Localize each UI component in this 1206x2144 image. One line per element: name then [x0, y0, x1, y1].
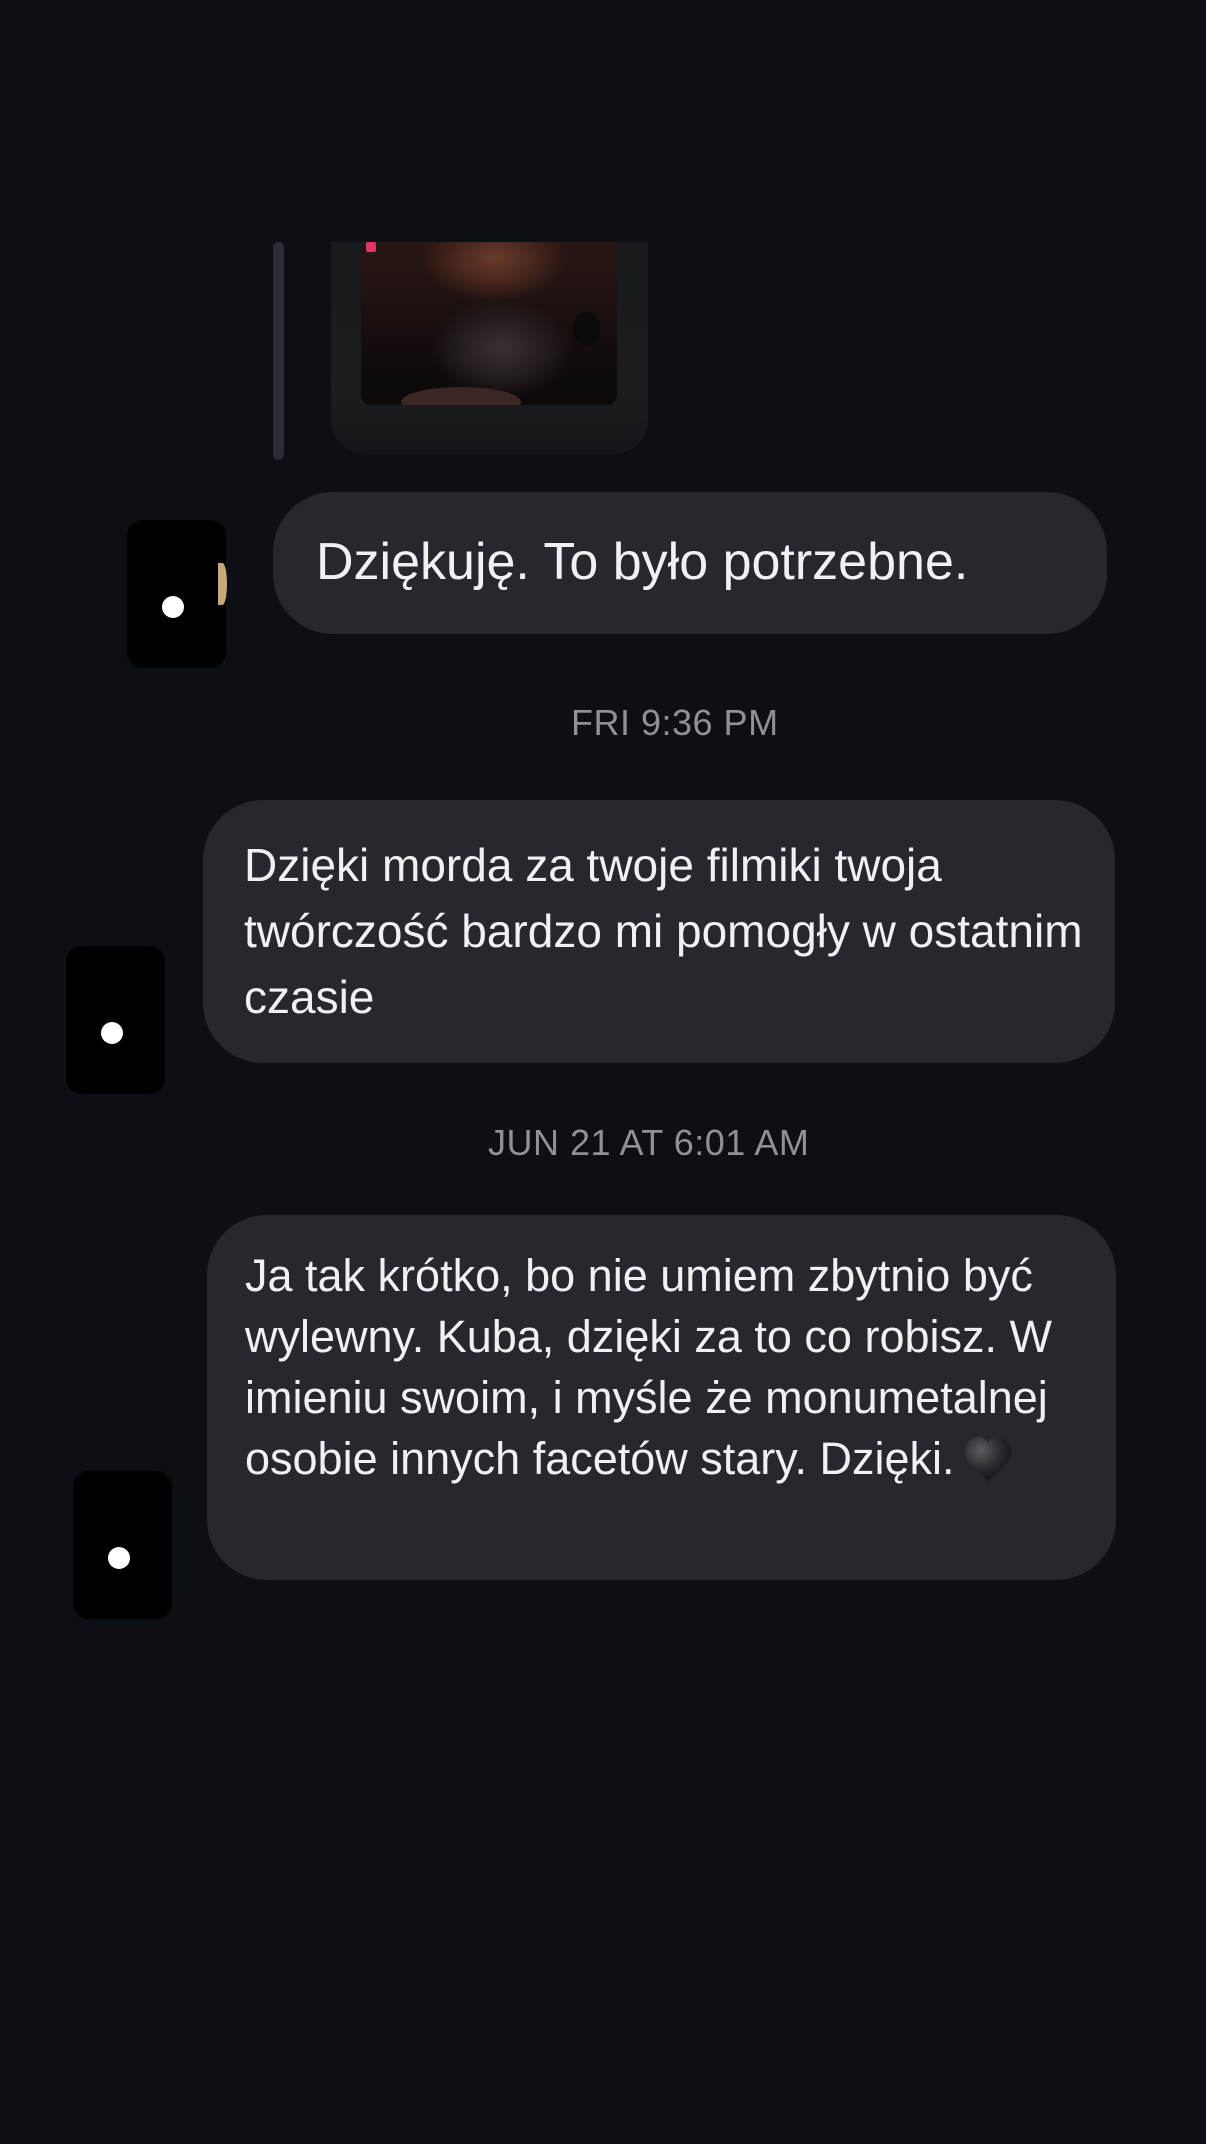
avatar[interactable]	[127, 520, 226, 668]
photo-highlight	[366, 242, 376, 252]
avatar-dot	[101, 1022, 123, 1044]
message-bubble[interactable]: Dzięki morda za twoje filmiki twoja twór…	[203, 800, 1115, 1063]
earbud-in-photo	[573, 312, 601, 346]
avatar-dot	[162, 596, 184, 618]
message-bubble[interactable]: Dziękuję. To było potrzebne.	[273, 492, 1107, 634]
media-attachment[interactable]	[331, 242, 648, 454]
avatar[interactable]	[73, 1471, 172, 1619]
timestamp: JUN 21 AT 6:01 AM	[488, 1122, 810, 1163]
message-text: Dzięki morda za twoje filmiki twoja twór…	[244, 839, 1083, 1023]
black-heart-icon	[962, 1434, 1014, 1486]
photo-thumbnail[interactable]	[361, 242, 617, 405]
message-text: Dziękuję. To było potrzebne.	[316, 533, 969, 591]
timestamp: FRI 9:36 PM	[571, 702, 779, 743]
hand-in-photo	[401, 387, 521, 405]
avatar-edge	[218, 563, 227, 605]
reply-quote-bar	[273, 242, 284, 460]
avatar-dot	[108, 1547, 130, 1569]
message-bubble[interactable]: Ja tak krótko, bo nie umiem zbytnio być …	[207, 1215, 1116, 1580]
avatar[interactable]	[66, 946, 165, 1094]
message-text: Ja tak krótko, bo nie umiem zbytnio być …	[245, 1250, 1052, 1484]
